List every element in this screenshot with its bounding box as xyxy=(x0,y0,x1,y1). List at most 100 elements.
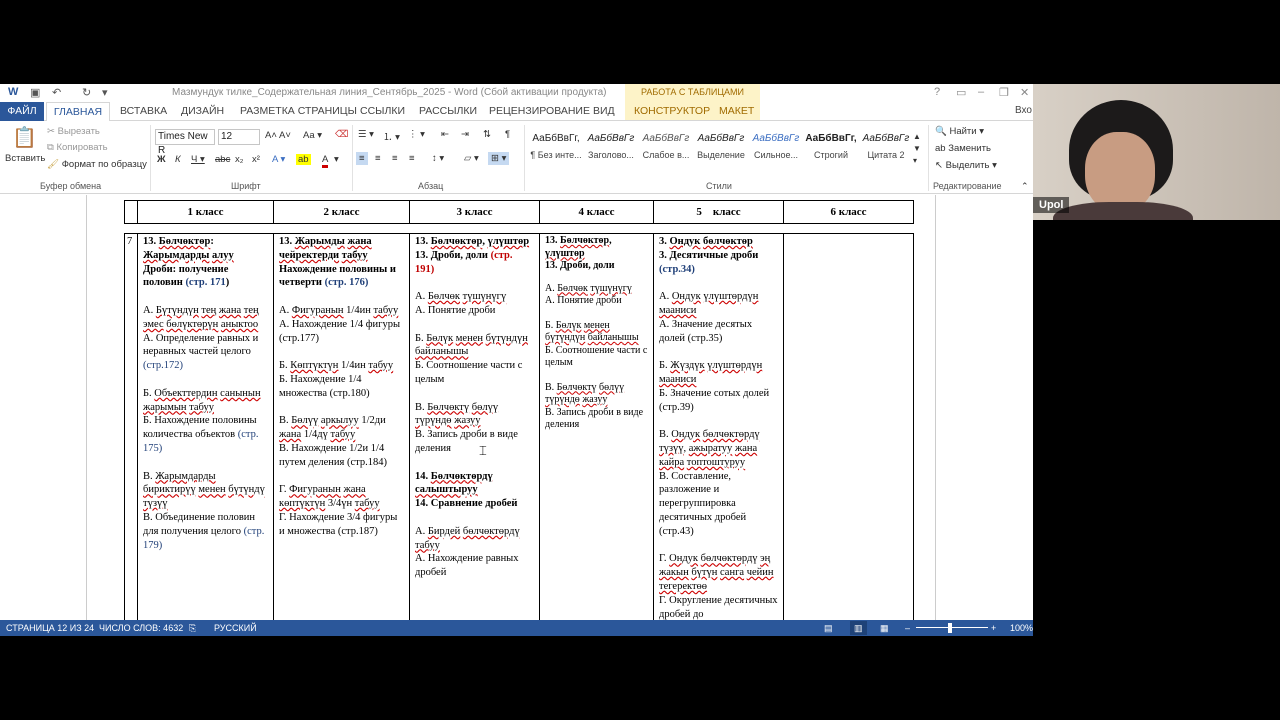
cell-class-2[interactable]: 13. Жарымды жана чейректерди табуу Нахожд… xyxy=(273,232,410,624)
numbering-icon[interactable]: ⒈ ▾ xyxy=(383,129,400,143)
select-button[interactable]: ↖ Выделить ▾ xyxy=(935,160,997,171)
tab-review[interactable]: РЕЦЕНЗИРОВАНИЕ xyxy=(489,105,590,117)
increase-indent-icon[interactable]: ⇥ xyxy=(461,129,469,140)
tab-design[interactable]: ДИЗАЙН xyxy=(181,105,224,117)
copy-button[interactable]: ⧉ Копировать xyxy=(47,142,108,153)
tab-references[interactable]: ССЫЛКИ xyxy=(360,105,405,117)
cell-class-4[interactable]: 13. Бөлчөктөр, үлүштөр 13. Дроби, доли А.… xyxy=(539,232,654,624)
italic-icon[interactable]: К xyxy=(175,154,181,165)
align-center-icon[interactable]: ≡ xyxy=(375,153,381,164)
align-right-icon[interactable]: ≡ xyxy=(392,153,398,164)
highlight-icon[interactable]: ab xyxy=(296,154,311,165)
language-indicator[interactable]: РУССКИЙ xyxy=(214,623,257,633)
strikethrough-icon[interactable]: abc xyxy=(215,154,230,165)
style-emphasis[interactable]: АаБбВвГг Выделение xyxy=(693,129,749,165)
font-name-input[interactable]: Times New R xyxy=(155,129,215,156)
underline-icon[interactable]: Ч ▾ xyxy=(191,154,205,165)
show-marks-icon[interactable]: ¶ xyxy=(505,129,510,140)
tab-home[interactable]: ГЛАВНАЯ xyxy=(46,102,110,122)
cell-class-3[interactable]: 13. Бөлчөктөр, үлүштөр 13. Дроби, доли (с… xyxy=(409,232,540,624)
format-painter-button[interactable]: 🖌 Формат по образцу xyxy=(47,159,147,170)
restore-button[interactable]: ❐ xyxy=(999,86,1009,99)
font-size-input[interactable]: 12 xyxy=(218,129,260,145)
header-class-2: 2 класс xyxy=(273,200,410,224)
zoom-level[interactable]: 100% xyxy=(1010,623,1033,633)
bold-icon[interactable]: Ж xyxy=(157,154,166,165)
align-left-icon[interactable]: ≡ xyxy=(356,152,368,165)
customize-toolbar-icon[interactable]: ▾ xyxy=(102,86,108,99)
read-mode-icon[interactable]: ▤ xyxy=(824,623,833,634)
tab-page-layout[interactable]: РАЗМЕТКА СТРАНИЦЫ xyxy=(240,105,357,117)
zoom-slider-thumb[interactable] xyxy=(948,623,952,633)
line-spacing-icon[interactable]: ↕ ▾ xyxy=(432,153,444,164)
redo-icon[interactable]: ↻ xyxy=(82,86,91,99)
style-sample: АаБбВвГг, xyxy=(532,133,580,144)
minimize-button[interactable]: – xyxy=(978,86,984,98)
header-empty-cell xyxy=(124,200,138,224)
close-button[interactable]: ✕ xyxy=(1020,86,1029,99)
tab-mailings[interactable]: РАССЫЛКИ xyxy=(419,105,477,117)
sign-in-link[interactable]: Вхо xyxy=(1015,105,1032,116)
divider xyxy=(150,125,151,191)
ribbon-tabs: ФАЙЛ ГЛАВНАЯ ВСТАВКА ДИЗАЙН РАЗМЕТКА СТР… xyxy=(0,102,1033,122)
document-page[interactable]: 1 класс 2 класс 3 класс 4 класс 5 класс … xyxy=(86,195,936,624)
clear-format-icon[interactable]: ⌫ xyxy=(335,129,348,140)
undo-icon[interactable]: ↶ xyxy=(52,86,61,99)
style-name: Выделение xyxy=(697,150,745,160)
borders-icon[interactable]: ⊞ ▾ xyxy=(488,152,510,165)
font-color-dropdown-icon[interactable]: ▾ xyxy=(334,154,339,165)
text-effects-icon[interactable]: A ▾ xyxy=(272,154,285,165)
change-case-icon[interactable]: Aa ▾ xyxy=(303,130,322,141)
row-number-cell: 7 xyxy=(124,232,138,624)
cut-label: Вырезать xyxy=(57,126,100,137)
cut-button[interactable]: ✂ Вырезать xyxy=(47,126,100,137)
style-sample: АаБбВвГг, xyxy=(805,133,857,144)
style-intense-emphasis[interactable]: АаБбВвГг Сильное... xyxy=(748,129,804,165)
style-subtle-emphasis[interactable]: АаБбВвГг Слабое в... xyxy=(638,129,694,165)
bullets-icon[interactable]: ☰ ▾ xyxy=(358,129,374,140)
collapse-ribbon-icon[interactable]: ⌃ xyxy=(1021,181,1029,192)
divider xyxy=(928,125,929,191)
style-sample: АаБбВвГг xyxy=(752,133,800,144)
tab-table-design[interactable]: КОНСТРУКТОР xyxy=(634,105,710,117)
style-heading[interactable]: АаБбВвГг Заголово... xyxy=(583,129,639,165)
style-no-spacing[interactable]: АаБбВвГг, ¶ Без инте... xyxy=(528,129,584,165)
ribbon-options-button[interactable]: ▭ xyxy=(956,86,966,99)
print-layout-icon[interactable]: ▥ xyxy=(850,621,867,635)
tab-insert[interactable]: ВСТАВКА xyxy=(120,105,167,117)
tab-file[interactable]: ФАЙЛ xyxy=(0,102,44,121)
shading-icon[interactable]: ▱ ▾ xyxy=(464,153,479,164)
paste-icon[interactable]: 📋 xyxy=(12,125,37,150)
web-layout-icon[interactable]: ▦ xyxy=(880,623,889,634)
content-table: 7 13. Бөлчөктөр: Жарымдарды алуу Дроби: п… xyxy=(124,232,914,624)
justify-icon[interactable]: ≡ xyxy=(409,153,415,164)
zoom-slider[interactable] xyxy=(916,627,988,628)
sort-icon[interactable]: ⇅ xyxy=(483,129,491,140)
find-button[interactable]: 🔍 Найти ▾ xyxy=(935,126,984,137)
superscript-icon[interactable]: x² xyxy=(252,154,260,165)
style-name: Заголово... xyxy=(588,150,634,160)
cell-class-6[interactable] xyxy=(783,232,914,624)
cell-class-5[interactable]: 3. Ондук бөлчөктөр 3. Десятичные дроби (ст… xyxy=(653,232,784,624)
grow-font-icon[interactable]: A˄ A˅ xyxy=(265,130,291,141)
zoom-in-icon[interactable]: + xyxy=(991,623,996,633)
tab-table-layout[interactable]: МАКЕТ xyxy=(719,105,754,117)
help-button[interactable]: ? xyxy=(934,86,940,98)
style-quote-2[interactable]: АаБбВвГг Цитата 2 xyxy=(858,129,914,165)
subscript-icon[interactable]: x₂ xyxy=(235,154,243,165)
zoom-out-icon[interactable]: – xyxy=(905,623,910,633)
replace-button[interactable]: ab Заменить xyxy=(935,143,991,154)
multilevel-list-icon[interactable]: ⋮ ▾ xyxy=(408,129,425,140)
word-count[interactable]: ЧИСЛО СЛОВ: 4632 xyxy=(99,623,183,633)
tab-view[interactable]: ВИД xyxy=(593,105,615,117)
cell-class-1[interactable]: 13. Бөлчөктөр: Жарымдарды алуу Дроби: пол… xyxy=(137,232,274,624)
font-color-icon[interactable]: A xyxy=(322,154,329,168)
decrease-indent-icon[interactable]: ⇤ xyxy=(441,129,449,140)
styles-scroll-icon[interactable]: ▲ ▼ ▾ xyxy=(913,131,921,167)
format-painter-icon: 🖌 xyxy=(47,159,60,170)
style-strong[interactable]: АаБбВвГг, Строгий xyxy=(803,129,859,165)
page-count[interactable]: СТРАНИЦА 12 ИЗ 24 xyxy=(6,623,94,633)
paste-button[interactable]: Вставить xyxy=(5,153,45,164)
proofing-icon[interactable]: ⎘ xyxy=(189,623,196,634)
save-icon[interactable]: ▣ xyxy=(30,86,40,99)
